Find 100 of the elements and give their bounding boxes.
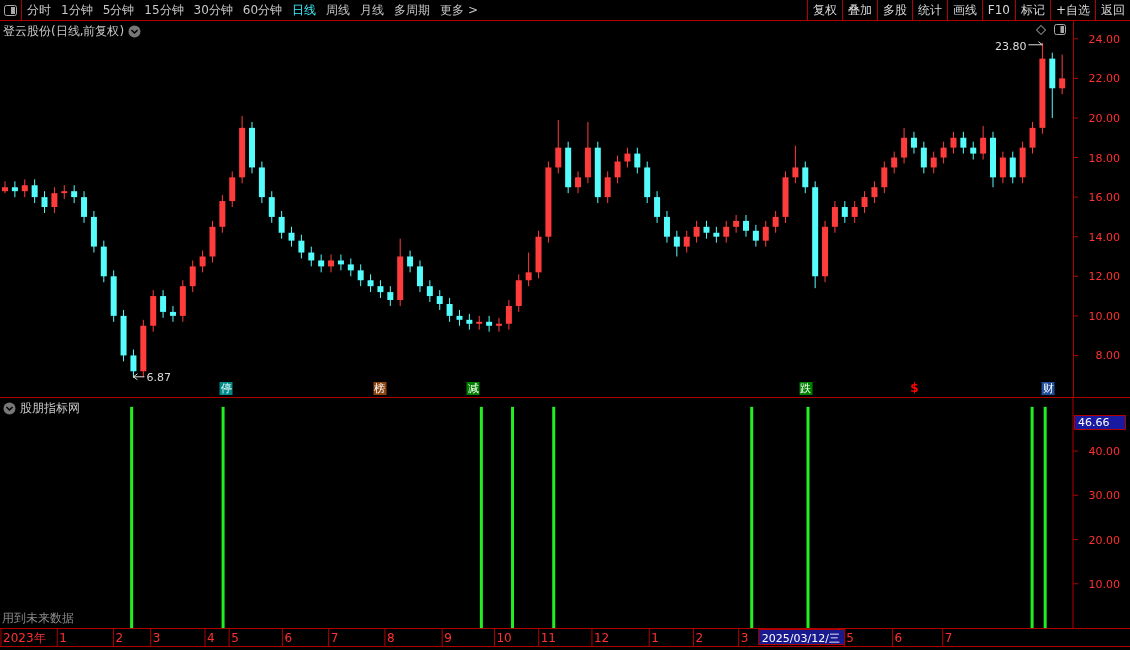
candlestick [841,200,848,224]
indicator-title: 股朋指标网 [20,400,80,417]
axis-label: 14.00 [1088,230,1120,244]
candlestick [1029,121,1036,155]
candlestick [486,315,493,333]
high-price-label: 23.80 [994,39,1027,53]
period-tab[interactable]: 分时 [22,0,56,20]
candlestick [337,254,344,271]
candlestick [940,141,947,164]
candlestick [288,226,295,248]
period-tab[interactable]: 30分钟 [188,0,238,20]
time-label: 7 [944,631,953,645]
chevron-down-icon[interactable] [128,25,142,38]
event-badge[interactable]: 减 [466,382,480,395]
period-tab[interactable]: 1分钟 [56,0,98,20]
time-label: 9 [444,631,452,645]
candlestick [683,230,690,254]
toolbar-button[interactable]: 复权 [806,0,842,20]
axis-label: 12.00 [1088,270,1120,284]
candlestick [407,250,414,273]
time-label: 2 [115,631,124,645]
candlestick [31,178,38,204]
candlestick [328,254,335,273]
candlestick [920,141,927,174]
time-label: 2023年 [3,631,46,645]
candlestick [229,170,236,208]
period-tab[interactable]: 日线 [287,0,322,20]
period-tab[interactable]: 多周期 [389,0,436,20]
candlestick [169,305,176,323]
candlestick [189,259,196,293]
time-label: 11 [540,631,556,645]
axis-label: 10.00 [1088,309,1120,323]
candlestick [357,263,364,287]
time-label: 1 [59,631,67,645]
event-symbol[interactable]: $ [910,381,919,395]
arrow-icon [132,373,145,381]
time-label: 4 [207,631,215,645]
diamond-icon[interactable] [1036,24,1046,35]
candlestick [901,127,908,164]
warning-text: 用到未来数据 [2,610,74,627]
toolbar-button[interactable]: F10 [981,0,1015,20]
axis-label: 22.00 [1088,72,1120,86]
period-tab[interactable]: 15分钟 [139,0,189,20]
candlestick [663,210,670,244]
period-tab[interactable]: 更多 > [435,0,483,20]
event-badge[interactable]: 榜 [373,382,387,395]
toolbar-button[interactable]: +自选 [1049,0,1095,20]
low-price-label: 6.87 [146,370,171,384]
candlestick [387,285,394,307]
candlestick [446,297,453,323]
value-label: 46.66 [1074,415,1126,430]
time-label: 12 [593,631,610,645]
axis-label: 24.00 [1088,32,1120,46]
candlestick [496,317,502,333]
candlestick [130,349,137,379]
time-label: 6 [894,631,903,645]
period-tab[interactable]: 5分钟 [97,0,140,20]
toolbar-button[interactable]: 返回 [1095,0,1130,20]
toolbar-button[interactable]: 叠加 [841,0,877,20]
toolbar-button[interactable]: 多股 [876,0,912,20]
candlestick [436,289,443,311]
time-label: 8 [386,631,395,645]
candlestick [772,210,779,234]
candlestick [999,151,1006,184]
toolbar-button[interactable]: 画线 [946,0,982,20]
panel-toggle-icon[interactable] [4,4,17,16]
axis-label: 30.00 [1088,489,1120,503]
time-label: 5 [846,631,854,645]
event-badge[interactable]: 财 [1041,382,1055,395]
candlestick [980,125,987,161]
candlestick [11,180,18,198]
time-label: 10 [496,631,512,645]
candlestick [416,259,423,293]
candlestick [1059,54,1066,95]
candlestick [861,190,868,214]
candlestick [268,190,275,224]
candlestick [160,289,167,319]
period-tab[interactable]: 月线 [355,0,390,20]
candlestick [891,151,898,174]
candlestick [693,220,700,244]
period-tab[interactable]: 周线 [321,0,356,20]
candlestick [634,147,641,174]
panel-toggle-icon[interactable] [1054,24,1066,35]
toolbar-button[interactable]: 统计 [911,0,947,20]
candlestick [525,252,532,287]
period-tab[interactable]: 60分钟 [237,0,288,20]
time-label: 2 [695,631,704,645]
candlestick [871,180,878,204]
time-label: 6 [284,631,293,645]
toolbar-button[interactable]: 标记 [1014,0,1050,20]
chart-title: 登云股份(日线,前复权) [3,23,125,40]
chevron-down-icon[interactable] [3,402,16,415]
candlestick [81,190,88,224]
candlestick [762,220,769,248]
candlestick [624,147,631,168]
candlestick [278,210,285,240]
event-badge[interactable]: 停 [219,382,233,395]
candlestick [851,200,858,224]
event-badge[interactable]: 跌 [799,382,813,395]
candlestick [950,131,957,155]
